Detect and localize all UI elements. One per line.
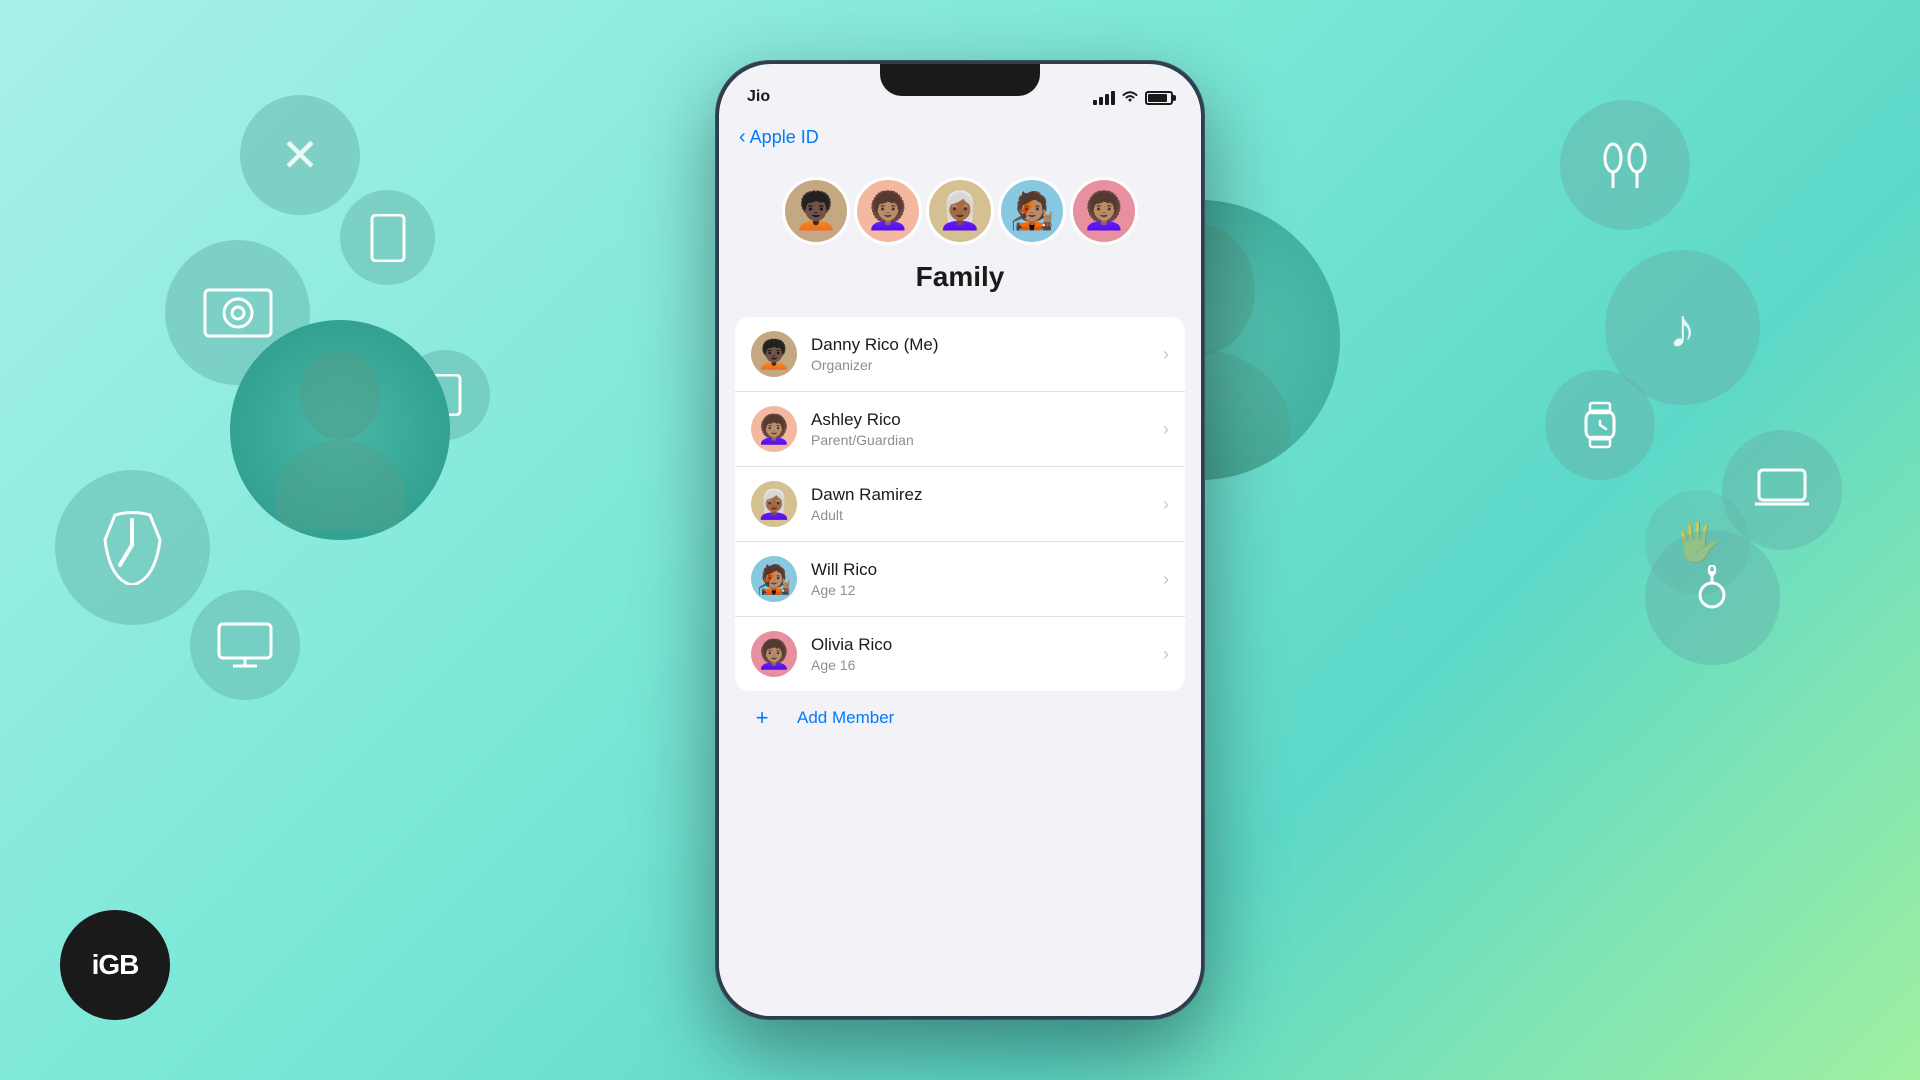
airpods-icon [1560,100,1690,230]
ipad-icon [340,190,435,285]
member-name-danny: Danny Rico (Me) [811,335,1149,355]
signal-bars [1093,91,1115,105]
avatar-danny: 🧑🏿‍🦱 [782,177,850,245]
member-info-danny: Danny Rico (Me) Organizer [811,335,1149,373]
member-chevron-dawn: › [1163,494,1169,515]
member-role-will: Age 12 [811,582,1149,598]
airplane-mode-icon: ✕ [240,95,360,215]
monitor-icon [190,590,300,700]
wifi-icon [1121,89,1139,106]
member-row-olivia[interactable]: 👩🏽‍🦱 Olivia Rico Age 16 › [735,617,1185,691]
game-icon [1645,530,1780,665]
carrier-label: Jio [747,88,770,106]
member-avatar-danny: 🧑🏿‍🦱 [751,331,797,377]
member-name-ashley: Ashley Rico [811,410,1149,430]
screen-content: ‹ Apple ID 🧑🏿‍🦱 👩🏽‍🦱 👩🏾‍🦳 🧑🏽‍🎤 👩🏽‍🦱 Fami… [719,114,1201,1016]
family-title: Family [916,261,1005,293]
member-avatar-will: 🧑🏽‍🎤 [751,556,797,602]
signal-bar-3 [1105,94,1109,105]
avatar-ashley: 👩🏽‍🦱 [854,177,922,245]
back-label: Apple ID [750,127,819,148]
notch [880,64,1040,96]
member-info-olivia: Olivia Rico Age 16 [811,635,1149,673]
member-info-will: Will Rico Age 12 [811,560,1149,598]
battery-fill [1148,94,1167,102]
members-list: 🧑🏿‍🦱 Danny Rico (Me) Organizer › 👩🏽‍🦱 As… [735,317,1185,691]
member-info-ashley: Ashley Rico Parent/Guardian [811,410,1149,448]
status-icons [1093,89,1173,106]
member-avatar-ashley: 👩🏽‍🦱 [751,406,797,452]
avatar-row: 🧑🏿‍🦱 👩🏽‍🦱 👩🏾‍🦳 🧑🏽‍🎤 👩🏽‍🦱 [782,177,1138,245]
signal-bar-1 [1093,100,1097,105]
add-member-button[interactable]: + Add Member [719,691,1201,745]
laptop-icon [1722,430,1842,550]
member-row-ashley[interactable]: 👩🏽‍🦱 Ashley Rico Parent/Guardian › [735,392,1185,467]
igb-logo: iGB [60,910,170,1020]
avatar-olivia: 👩🏽‍🦱 [1070,177,1138,245]
member-chevron-danny: › [1163,344,1169,365]
person-photo-left [230,320,450,540]
member-chevron-ashley: › [1163,419,1169,440]
nav-bar: ‹ Apple ID [719,114,1201,157]
iphone-frame: Jio ‹ A [715,60,1205,1020]
apple-id-back-button[interactable]: ‹ Apple ID [739,126,1181,149]
screen-time-icon [55,470,210,625]
member-chevron-will: › [1163,569,1169,590]
add-member-label: Add Member [797,708,894,728]
avatar-dawn: 👩🏾‍🦳 [926,177,994,245]
member-chevron-olivia: › [1163,644,1169,665]
signal-bar-4 [1111,91,1115,105]
member-row-danny[interactable]: 🧑🏿‍🦱 Danny Rico (Me) Organizer › [735,317,1185,392]
avatar-will: 🧑🏽‍🎤 [998,177,1066,245]
member-row-will[interactable]: 🧑🏽‍🎤 Will Rico Age 12 › [735,542,1185,617]
member-role-dawn: Adult [811,507,1149,523]
member-role-danny: Organizer [811,357,1149,373]
member-name-olivia: Olivia Rico [811,635,1149,655]
add-plus-icon: + [739,705,785,731]
battery-icon [1145,91,1173,105]
member-info-dawn: Dawn Ramirez Adult [811,485,1149,523]
member-row-dawn[interactable]: 👩🏾‍🦳 Dawn Ramirez Adult › [735,467,1185,542]
member-avatar-dawn: 👩🏾‍🦳 [751,481,797,527]
member-avatar-olivia: 👩🏽‍🦱 [751,631,797,677]
back-chevron-icon: ‹ [739,126,746,149]
member-name-will: Will Rico [811,560,1149,580]
iphone-screen: Jio ‹ A [719,64,1201,1016]
member-role-ashley: Parent/Guardian [811,432,1149,448]
member-role-olivia: Age 16 [811,657,1149,673]
watch-icon [1545,370,1655,480]
family-header: 🧑🏿‍🦱 👩🏽‍🦱 👩🏾‍🦳 🧑🏽‍🎤 👩🏽‍🦱 Family [719,157,1201,317]
signal-bar-2 [1099,97,1103,105]
member-name-dawn: Dawn Ramirez [811,485,1149,505]
